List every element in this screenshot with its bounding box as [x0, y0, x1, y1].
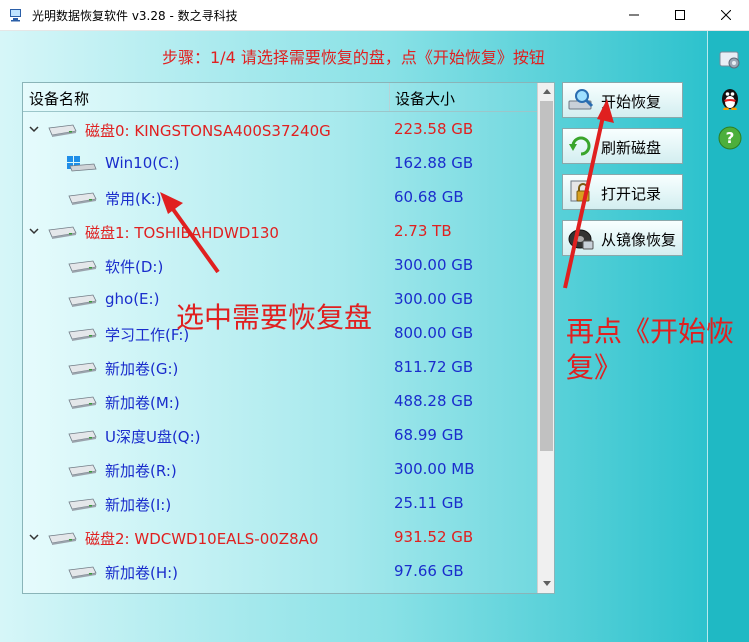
- scroll-up-button[interactable]: [539, 84, 554, 99]
- column-divider[interactable]: [389, 83, 390, 111]
- step-instruction: 步骤：1/4 请选择需要恢复的盘，点《开始恢复》按钮: [162, 48, 545, 67]
- device-name: 磁盘0: KINGSTONSA400S37240G: [85, 122, 331, 140]
- minimize-icon: [629, 14, 639, 16]
- device-size: 2.73 TB: [394, 222, 452, 240]
- disk-row[interactable]: 磁盘0: KINGSTONSA400S37240G 223.58 GB: [23, 113, 537, 147]
- device-name: 新加卷(H:): [105, 564, 179, 582]
- scroll-down-button[interactable]: [539, 576, 554, 591]
- maximize-button[interactable]: [657, 0, 703, 30]
- lock-file-icon: [570, 180, 590, 202]
- hard-disk-icon: [48, 226, 77, 239]
- device-name: 磁盘1: TOSHIBAHDWD130: [85, 224, 279, 242]
- device-size: 97.66 GB: [394, 562, 464, 580]
- arrow-up-icon: [542, 89, 551, 94]
- device-name: 新加卷(G:): [105, 360, 179, 378]
- drive-icon: [68, 396, 97, 409]
- column-header-size[interactable]: 设备大小: [395, 88, 455, 109]
- hard-disk-icon: [48, 532, 77, 545]
- drive-icon: [68, 430, 97, 443]
- drive-icon: [68, 498, 97, 511]
- partition-row[interactable]: 新加卷(I:) 25.11 GB: [23, 487, 537, 521]
- device-name: 软件(D:): [105, 258, 164, 276]
- scroll-thumb[interactable]: [540, 101, 553, 451]
- device-size: 800.00 GB: [394, 324, 474, 342]
- qq-penguin-icon[interactable]: [718, 86, 742, 110]
- device-size: 68.99 GB: [394, 426, 464, 444]
- partition-row[interactable]: U深度U盘(Q:) 68.99 GB: [23, 419, 537, 453]
- device-name: 常用(K:): [105, 190, 162, 208]
- device-size: 811.72 GB: [394, 358, 474, 376]
- device-size: 488.28 GB: [394, 392, 474, 410]
- partition-row[interactable]: 软件(D:) 300.00 GB: [23, 249, 537, 283]
- svg-text:?: ?: [726, 129, 735, 147]
- device-size: 223.58 GB: [394, 120, 474, 138]
- partition-row[interactable]: 新加卷(R:) 300.00 MB: [23, 453, 537, 487]
- refresh-icon: [569, 136, 591, 156]
- settings-gear-icon[interactable]: [718, 48, 742, 72]
- magnifier-drive-icon: [568, 89, 594, 110]
- title-bar: 光明数据恢复软件 v3.28 - 数之寻科技: [0, 0, 749, 31]
- device-name: Win10(C:): [105, 154, 180, 172]
- close-button[interactable]: [703, 0, 749, 30]
- device-name: 新加卷(R:): [105, 462, 177, 480]
- app-logo-icon: [10, 9, 21, 22]
- partition-row[interactable]: 新加卷(H:) 97.66 GB: [23, 555, 537, 589]
- collapse-icon[interactable]: [29, 532, 39, 542]
- maximize-icon: [675, 10, 685, 20]
- device-size: 60.68 GB: [394, 188, 464, 206]
- collapse-icon[interactable]: [29, 124, 39, 134]
- annotation-click-start-line1: 再点《开始恢: [566, 315, 735, 348]
- disk-row[interactable]: 磁盘1: TOSHIBAHDWD130 2.73 TB: [23, 215, 537, 249]
- device-name: 新加卷(I:): [105, 496, 172, 514]
- hard-disk-icon: [48, 124, 77, 137]
- partition-row[interactable]: 新加卷(M:) 488.28 GB: [23, 385, 537, 419]
- refresh-disk-label: 刷新磁盘: [601, 139, 662, 157]
- vertical-scrollbar[interactable]: [537, 83, 554, 593]
- restore-from-image-label: 从镜像恢复: [601, 231, 677, 249]
- help-icon[interactable]: ?: [718, 126, 742, 150]
- tree-header: 设备名称 设备大小: [23, 83, 537, 112]
- drive-icon: [68, 362, 97, 375]
- device-name: U深度U盘(Q:): [105, 428, 201, 446]
- device-size: 162.88 GB: [394, 154, 474, 172]
- partition-row[interactable]: Win10(C:) 162.88 GB: [23, 147, 537, 181]
- drive-icon: [68, 294, 97, 307]
- drive-icon: [68, 566, 97, 579]
- device-name: gho(E:): [105, 290, 160, 308]
- device-tree: 设备名称 设备大小 磁盘0: KINGSTONSA400S37240G 223.5…: [22, 82, 555, 594]
- device-size: 300.00 MB: [394, 460, 475, 478]
- device-size: 300.00 GB: [394, 290, 474, 308]
- partition-row[interactable]: 常用(K:) 60.68 GB: [23, 181, 537, 215]
- restore-from-image-button[interactable]: 从镜像恢复: [562, 220, 683, 256]
- drive-icon: [68, 192, 97, 205]
- arrow-down-icon: [542, 581, 551, 586]
- drive-icon: [68, 260, 97, 273]
- collapse-icon[interactable]: [29, 226, 39, 236]
- minimize-button[interactable]: [611, 0, 657, 30]
- drive-icon: [68, 464, 97, 477]
- window-title: 光明数据恢复软件 v3.28 - 数之寻科技: [32, 9, 238, 23]
- device-size: 25.11 GB: [394, 494, 464, 512]
- open-record-button[interactable]: 打开记录: [562, 174, 683, 210]
- disk-row[interactable]: 磁盘2: WDCWD10EALS-00Z8A0 931.52 GB: [23, 521, 537, 555]
- partition-row[interactable]: 新加卷(G:) 811.72 GB: [23, 351, 537, 385]
- start-recovery-button[interactable]: 开始恢复: [562, 82, 683, 118]
- open-record-label: 打开记录: [601, 185, 662, 203]
- device-size: 931.52 GB: [394, 528, 474, 546]
- device-name: 磁盘2: WDCWD10EALS-00Z8A0: [85, 530, 319, 548]
- column-header-name[interactable]: 设备名称: [29, 88, 89, 109]
- annotation-select-disk: 选中需要恢复盘: [176, 301, 373, 334]
- annotation-click-start-line2: 复》: [566, 351, 623, 384]
- disk-image-icon: [568, 229, 594, 250]
- close-icon: [721, 10, 731, 20]
- start-recovery-label: 开始恢复: [601, 93, 662, 111]
- refresh-disk-button[interactable]: 刷新磁盘: [562, 128, 683, 164]
- drive-icon: [68, 328, 97, 341]
- device-name: 新加卷(M:): [105, 394, 180, 412]
- device-size: 300.00 GB: [394, 256, 474, 274]
- windows-drive-icon: [67, 156, 97, 172]
